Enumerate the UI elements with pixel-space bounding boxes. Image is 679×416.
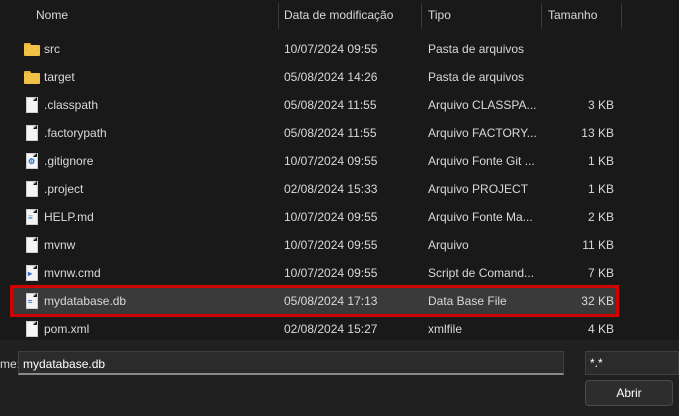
file-icon: [24, 125, 40, 141]
file-size: [532, 35, 614, 63]
file-date: 10/07/2024 09:55: [284, 266, 378, 280]
file-type: Arquivo CLASSPA...: [428, 98, 536, 112]
file-date: 05/08/2024 11:55: [284, 98, 377, 112]
file-icon: [24, 97, 40, 113]
file-date: 02/08/2024 15:33: [284, 182, 378, 196]
file-type: Data Base File: [428, 294, 507, 308]
file-name: target: [44, 70, 75, 84]
file-type: Arquivo FACTORY...: [428, 126, 536, 140]
file-size: 11 KB: [582, 238, 614, 252]
column-size[interactable]: Tamanho: [548, 0, 597, 31]
file-size: 7 KB: [587, 266, 614, 280]
filename-input[interactable]: mydatabase.db: [18, 351, 564, 375]
file-row[interactable]: .factorypath 05/08/2024 11:55 Arquivo FACT…: [12, 119, 617, 147]
file-type: Arquivo PROJECT: [428, 182, 529, 196]
file-icon: [24, 181, 40, 197]
markdown-file-icon: ≡: [24, 209, 40, 225]
file-icon: [24, 237, 40, 253]
column-name[interactable]: Nome: [36, 0, 68, 31]
file-type: Arquivo: [428, 238, 469, 252]
file-row[interactable]: .classpath 05/08/2024 11:55 Arquivo CLASSP…: [12, 91, 617, 119]
open-button[interactable]: Abrir: [585, 380, 673, 406]
file-row[interactable]: ▸ mvnw.cmd 10/07/2024 09:55 Script de Coman…: [12, 259, 617, 287]
folder-icon: [24, 41, 40, 57]
file-name: src: [44, 42, 60, 56]
file-date: 05/08/2024 14:26: [284, 70, 378, 84]
settings-file-icon: ⚙: [24, 153, 40, 169]
file-date: 02/08/2024 15:27: [284, 322, 378, 336]
column-divider[interactable]: [541, 3, 542, 29]
file-size: 2 KB: [587, 210, 614, 224]
file-date: 05/08/2024 17:13: [284, 294, 378, 308]
file-row[interactable]: pom.xml 02/08/2024 15:27 xmlfile 4 KB: [12, 315, 617, 343]
file-name: .gitignore: [44, 154, 94, 168]
file-row[interactable]: .project 02/08/2024 15:33 Arquivo PROJECT 1…: [12, 175, 617, 203]
file-type: Arquivo Fonte Git ...: [428, 154, 535, 168]
file-type: Pasta de arquivos: [428, 70, 525, 84]
file-icon: [24, 321, 40, 337]
column-divider[interactable]: [621, 3, 622, 29]
file-size: 13 KB: [581, 126, 614, 140]
file-name: mvnw: [44, 238, 76, 252]
file-type: xmlfile: [428, 322, 463, 336]
column-type[interactable]: Tipo: [428, 0, 451, 31]
file-type: Arquivo Fonte Ma...: [428, 210, 533, 224]
file-date: 10/07/2024 09:55: [284, 238, 378, 252]
file-size: 32 KB: [581, 294, 614, 308]
file-date: 10/07/2024 09:55: [284, 42, 378, 56]
file-name: mydatabase.db: [44, 294, 127, 308]
file-name: .project: [44, 182, 84, 196]
file-name: .factorypath: [44, 126, 107, 140]
file-type-filter[interactable]: *.*: [585, 351, 679, 375]
file-date: 10/07/2024 09:55: [284, 210, 378, 224]
database-file-icon: ≈: [24, 293, 40, 309]
file-name: mvnw.cmd: [44, 266, 101, 280]
file-row[interactable]: mvnw 10/07/2024 09:55 Arquivo 11 KB: [12, 231, 617, 259]
file-size: 3 KB: [587, 98, 614, 112]
file-name: pom.xml: [44, 322, 90, 336]
column-divider[interactable]: [278, 3, 279, 29]
file-date: 05/08/2024 11:55: [284, 126, 377, 140]
sort-ascending-icon: ^: [150, 0, 155, 5]
column-date[interactable]: Data de modificação: [284, 0, 393, 31]
file-size: 1 KB: [587, 154, 614, 168]
file-size: [532, 63, 614, 91]
file-row[interactable]: ≡ HELP.md 10/07/2024 09:55 Arquivo Fonte Ma…: [12, 203, 617, 231]
file-row[interactable]: ⚙ .gitignore 10/07/2024 09:55 Arquivo Fonte…: [12, 147, 617, 175]
file-size: 4 KB: [587, 322, 614, 336]
file-size: 1 KB: [587, 182, 614, 196]
filename-label: me:: [0, 357, 21, 371]
file-date: 10/07/2024 09:55: [284, 154, 378, 168]
folder-icon: [24, 69, 40, 85]
column-divider[interactable]: [421, 3, 422, 29]
file-row[interactable]: ≈ mydatabase.db 05/08/2024 17:13 Data Base …: [10, 285, 619, 317]
file-type: Pasta de arquivos: [428, 42, 525, 56]
file-name: HELP.md: [44, 210, 94, 224]
file-row[interactable]: src 10/07/2024 09:55 Pasta de arquivos: [12, 35, 617, 63]
file-name: .classpath: [44, 98, 99, 112]
file-type: Script de Comand...: [428, 266, 535, 280]
column-header: ^ Nome Data de modificação Tipo Tamanho: [0, 0, 679, 31]
file-row[interactable]: target 05/08/2024 14:26 Pasta de arquivos: [12, 63, 617, 91]
script-file-icon: ▸: [24, 265, 40, 281]
